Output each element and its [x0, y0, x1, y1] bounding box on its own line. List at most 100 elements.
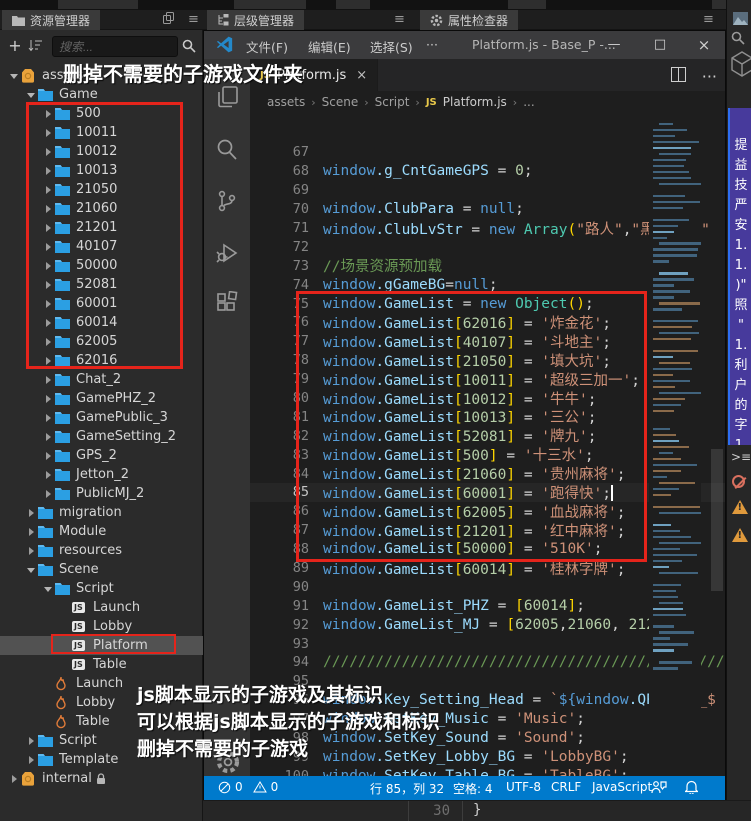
tree-item-resources[interactable]: resources — [0, 541, 203, 560]
chevron-right-icon[interactable] — [25, 506, 38, 519]
tab-assets-manager[interactable]: 资源管理器 — [2, 10, 100, 30]
chevron-down-icon[interactable] — [8, 69, 21, 82]
chevron-right-icon[interactable] — [42, 240, 55, 253]
indent-setting[interactable]: 空格: 4 — [453, 780, 493, 797]
tree-item-gamepublic_3[interactable]: GamePublic_3 — [0, 408, 203, 427]
tree-item-21201[interactable]: 21201 — [0, 218, 203, 237]
tree-item-script[interactable]: Script — [0, 731, 203, 750]
tree-item-60014[interactable]: 60014 — [0, 313, 203, 332]
tree-item-game[interactable]: Game — [0, 85, 203, 104]
console-icon[interactable]: >≡ — [731, 450, 751, 464]
maximize-button[interactable]: □ — [638, 31, 682, 59]
chevron-down-icon[interactable] — [25, 563, 38, 576]
editor-scrollbar[interactable] — [711, 449, 723, 591]
tree-item-10013[interactable]: 10013 — [0, 161, 203, 180]
tree-item-lobby[interactable]: JSLobby — [0, 617, 203, 636]
sort-icon[interactable] — [28, 39, 43, 52]
tree-item-jetton_2[interactable]: Jetton_2 — [0, 465, 203, 484]
breadcrumb-item[interactable]: Script — [375, 95, 410, 109]
chevron-right-icon[interactable] — [42, 278, 55, 291]
encoding[interactable]: UTF-8 — [506, 780, 541, 794]
breadcrumb-item[interactable]: assets — [267, 95, 305, 109]
chevron-right-icon[interactable] — [42, 373, 55, 386]
search-icon[interactable] — [215, 137, 239, 161]
chevron-right-icon[interactable] — [25, 753, 38, 766]
tree-item-40107[interactable]: 40107 — [0, 237, 203, 256]
tree-item-62016[interactable]: 62016 — [0, 351, 203, 370]
chevron-right-icon[interactable] — [42, 183, 55, 196]
tree-item-platform[interactable]: JSPlatform — [0, 636, 203, 655]
chevron-right-icon[interactable] — [42, 316, 55, 329]
minimize-button[interactable]: — — [592, 31, 636, 59]
tree-item-500[interactable]: 500 — [0, 104, 203, 123]
cursor-position[interactable]: 行 85，列 32 — [370, 780, 444, 797]
panel-menu-icon[interactable]: ≡ — [188, 12, 199, 28]
chevron-right-icon[interactable] — [25, 544, 38, 557]
chevron-right-icon[interactable] — [42, 392, 55, 405]
close-button[interactable]: × — [682, 31, 726, 59]
language-mode[interactable]: JavaScript — [592, 780, 652, 794]
tree-item-script[interactable]: Script — [0, 579, 203, 598]
tab-hierarchy-manager[interactable]: 层级管理器 — [207, 10, 304, 30]
tab-platform-js[interactable]: JS Platform.js × — [250, 59, 378, 91]
close-tab-icon[interactable]: × — [356, 68, 367, 83]
chevron-right-icon[interactable] — [42, 468, 55, 481]
tree-item-50000[interactable]: 50000 — [0, 256, 203, 275]
tree-item-60001[interactable]: 60001 — [0, 294, 203, 313]
tree-item-52081[interactable]: 52081 — [0, 275, 203, 294]
breadcrumb-file[interactable]: Platform.js — [443, 95, 507, 109]
problems-indicator[interactable]: 0 0 — [218, 780, 278, 794]
run-debug-icon[interactable] — [215, 241, 239, 265]
chevron-right-icon[interactable] — [42, 449, 55, 462]
chevron-right-icon[interactable] — [8, 772, 21, 785]
chevron-right-icon[interactable] — [42, 202, 55, 215]
chevron-down-icon[interactable] — [42, 582, 55, 595]
tree-item-gamephz_2[interactable]: GamePHZ_2 — [0, 389, 203, 408]
chevron-right-icon[interactable] — [42, 297, 55, 310]
chevron-right-icon[interactable] — [42, 145, 55, 158]
chevron-right-icon[interactable] — [42, 164, 55, 177]
chevron-right-icon[interactable] — [42, 221, 55, 234]
tree-item-21060[interactable]: 21060 — [0, 199, 203, 218]
tree-item-publicmj_2[interactable]: PublicMJ_2 — [0, 484, 203, 503]
code-line-100[interactable]: 100window.SetKey_Table_BG = 'TableBG'; — [250, 766, 725, 776]
notifications-bell-icon[interactable] — [685, 780, 698, 794]
menu-edit[interactable]: 编辑(E) — [308, 37, 351, 56]
menu-more[interactable]: ··· — [426, 37, 438, 52]
copy-icon[interactable] — [163, 12, 174, 24]
tree-item-migration[interactable]: migration — [0, 503, 203, 522]
add-asset-button[interactable]: + — [6, 36, 24, 56]
search-input[interactable] — [52, 36, 178, 57]
split-editor-icon[interactable] — [671, 67, 686, 86]
chevron-right-icon[interactable] — [42, 107, 55, 120]
chevron-right-icon[interactable] — [42, 126, 55, 139]
breadcrumb[interactable]: assets› Scene› Script› JS Platform.js› .… — [250, 91, 725, 113]
more-actions-icon[interactable]: ··· — [702, 67, 717, 86]
tree-item-table[interactable]: Table — [0, 712, 203, 731]
tree-item-21050[interactable]: 21050 — [0, 180, 203, 199]
zoom-icon[interactable] — [731, 31, 745, 45]
minimap[interactable] — [649, 115, 701, 755]
tree-item-module[interactable]: Module — [0, 522, 203, 541]
breadcrumb-suffix[interactable]: ... — [523, 95, 534, 109]
menu-select[interactable]: 选择(S) — [370, 37, 413, 56]
chevron-right-icon[interactable] — [25, 734, 38, 747]
feedback-icon[interactable] — [651, 780, 667, 794]
tree-item-gamesetting_2[interactable]: GameSetting_2 — [0, 427, 203, 446]
chevron-right-icon[interactable] — [42, 354, 55, 367]
tree-item-table[interactable]: JSTable — [0, 655, 203, 674]
tree-item-10012[interactable]: 10012 — [0, 142, 203, 161]
chevron-right-icon[interactable] — [25, 525, 38, 538]
menu-file[interactable]: 文件(F) — [246, 37, 288, 56]
search-icon[interactable] — [182, 39, 196, 53]
tree-item-scene[interactable]: Scene — [0, 560, 203, 579]
eol-setting[interactable]: CRLF — [551, 780, 581, 794]
tree-item-lobby[interactable]: Lobby — [0, 693, 203, 712]
chevron-right-icon[interactable] — [42, 335, 55, 348]
chevron-right-icon[interactable] — [42, 259, 55, 272]
panel-menu-icon[interactable]: ≡ — [394, 12, 405, 28]
chevron-right-icon[interactable] — [42, 487, 55, 500]
tree-item-template[interactable]: Template — [0, 750, 203, 769]
chevron-right-icon[interactable] — [42, 411, 55, 424]
explorer-icon[interactable] — [215, 85, 239, 109]
